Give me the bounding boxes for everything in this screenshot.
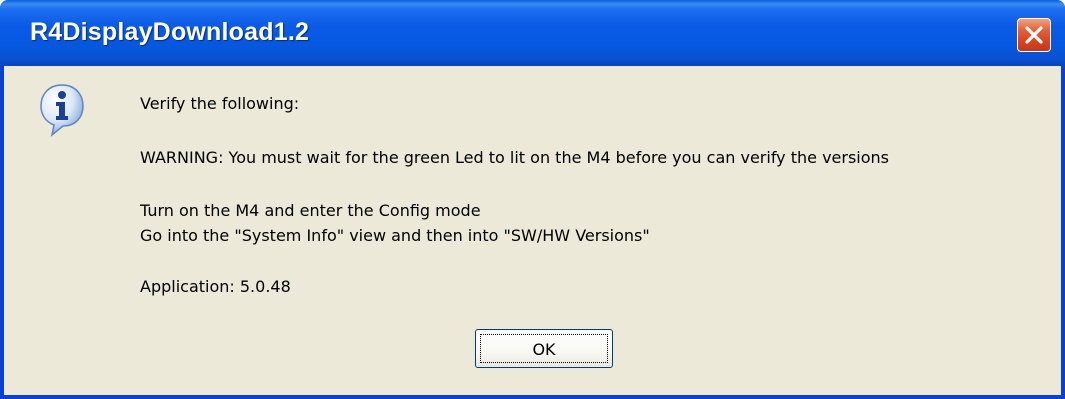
ok-button[interactable]: OK — [475, 329, 613, 368]
message-line-warning: WARNING: You must wait for the green Led… — [140, 148, 890, 167]
message-line-verify: Verify the following: — [140, 94, 300, 113]
close-icon — [1025, 26, 1043, 44]
title-bar[interactable]: R4DisplayDownload1.2 — [0, 0, 1065, 66]
dialog-body: Verify the following: WARNING: You must … — [4, 66, 1061, 399]
ok-button-label: OK — [532, 340, 556, 359]
message-line-application-version: Application: 5.0.48 — [140, 277, 291, 296]
message-line-system-info: Go into the "System Info" view and then … — [140, 226, 650, 245]
close-button[interactable] — [1017, 18, 1051, 52]
window-title: R4DisplayDownload1.2 — [30, 18, 310, 46]
information-icon — [40, 84, 84, 137]
message-dialog: R4DisplayDownload1.2 Verify the followin… — [0, 0, 1065, 399]
message-line-turn-on: Turn on the M4 and enter the Config mode — [140, 201, 481, 220]
